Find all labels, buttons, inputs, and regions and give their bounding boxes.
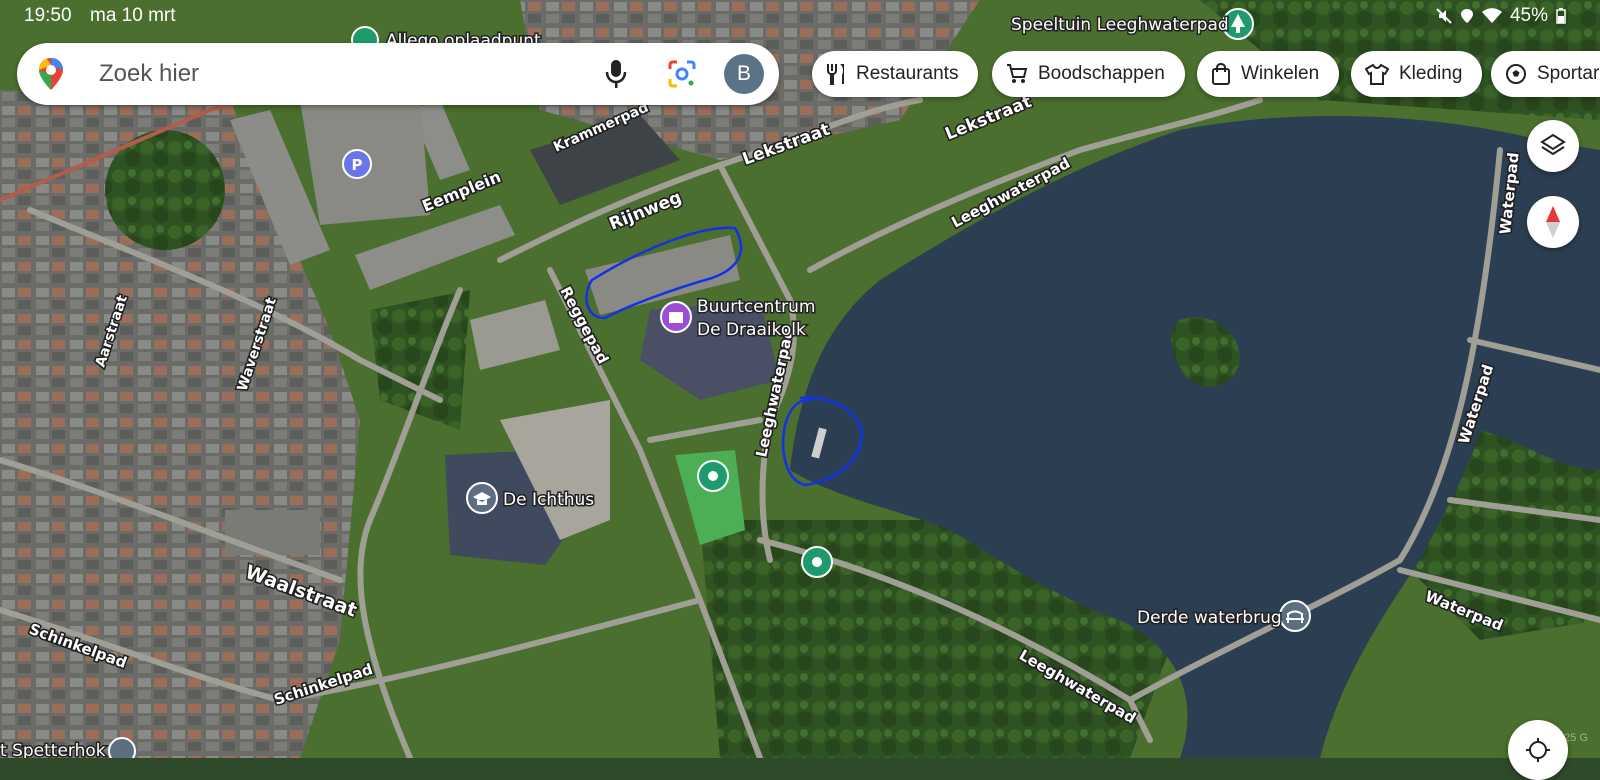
shopping-bag-icon <box>1212 63 1230 85</box>
building-icon <box>669 312 683 323</box>
park-poi[interactable] <box>801 546 833 578</box>
building <box>225 510 320 555</box>
account-avatar[interactable]: B <box>724 54 764 94</box>
poi-label: t Spetterhok <box>0 741 106 758</box>
chip-sport[interactable]: Sportar <box>1491 51 1600 97</box>
poi-label: De Draaikolk <box>697 320 806 340</box>
google-lens-icon[interactable] <box>667 59 697 89</box>
soccer-ball-icon <box>1506 64 1526 84</box>
mute-icon <box>1436 8 1452 24</box>
parking-poi[interactable]: P <box>342 149 372 179</box>
status-icons: 45% <box>1436 5 1566 27</box>
park-poi[interactable] <box>697 460 729 492</box>
chip-restaurants[interactable]: Restaurants <box>812 51 979 97</box>
poi-label: De Ichthus <box>503 490 594 510</box>
wifi-icon <box>1481 8 1502 23</box>
fork-knife-icon <box>827 64 844 85</box>
poi-label: Buurtcentrum <box>697 297 815 317</box>
compass-icon <box>1546 206 1560 238</box>
layers-button[interactable] <box>1527 120 1579 172</box>
status-date: ma 10 mrt <box>90 5 176 26</box>
location-icon <box>1460 9 1473 23</box>
search-input[interactable]: Zoek hier <box>99 60 199 88</box>
battery-percent: 45% <box>1509 5 1548 26</box>
layers-icon <box>1540 133 1566 156</box>
parking-icon: P <box>352 156 363 174</box>
microphone-icon[interactable] <box>605 59 627 89</box>
chip-label: Winkelen <box>1241 63 1320 84</box>
satellite-map[interactable]: Rijnweg Lekstraat Lekstraat Krammerpad E… <box>0 0 1600 758</box>
chip-winkelen[interactable]: Winkelen <box>1197 51 1340 97</box>
compass-button[interactable] <box>1527 196 1579 248</box>
bottom-poi[interactable]: t Spetterhok <box>0 737 136 758</box>
cart-icon <box>1007 64 1028 83</box>
pin-dot-icon <box>812 557 822 567</box>
battery-icon <box>1556 8 1566 24</box>
poi-label: Derde waterbrug <box>1137 608 1282 628</box>
google-maps-pin-icon <box>39 58 63 90</box>
chip-kleding[interactable]: Kleding <box>1351 51 1483 97</box>
map-copyright: © 2025 G <box>1540 732 1588 744</box>
chip-label: Kleding <box>1399 63 1463 84</box>
status-bar: 19:50 ma 10 mrt 45% <box>0 0 1600 34</box>
search-bar[interactable]: Zoek hier B <box>17 43 779 105</box>
shirt-icon <box>1365 63 1389 85</box>
chip-boodschappen[interactable]: Boodschappen <box>992 51 1185 97</box>
status-time: 19:50 <box>24 5 72 26</box>
chip-label: Restaurants <box>856 63 959 84</box>
chip-label: Sportar <box>1537 63 1600 84</box>
my-location-button[interactable] <box>1508 720 1568 780</box>
chip-label: Boodschappen <box>1038 63 1165 84</box>
pin-dot-icon <box>708 471 718 481</box>
